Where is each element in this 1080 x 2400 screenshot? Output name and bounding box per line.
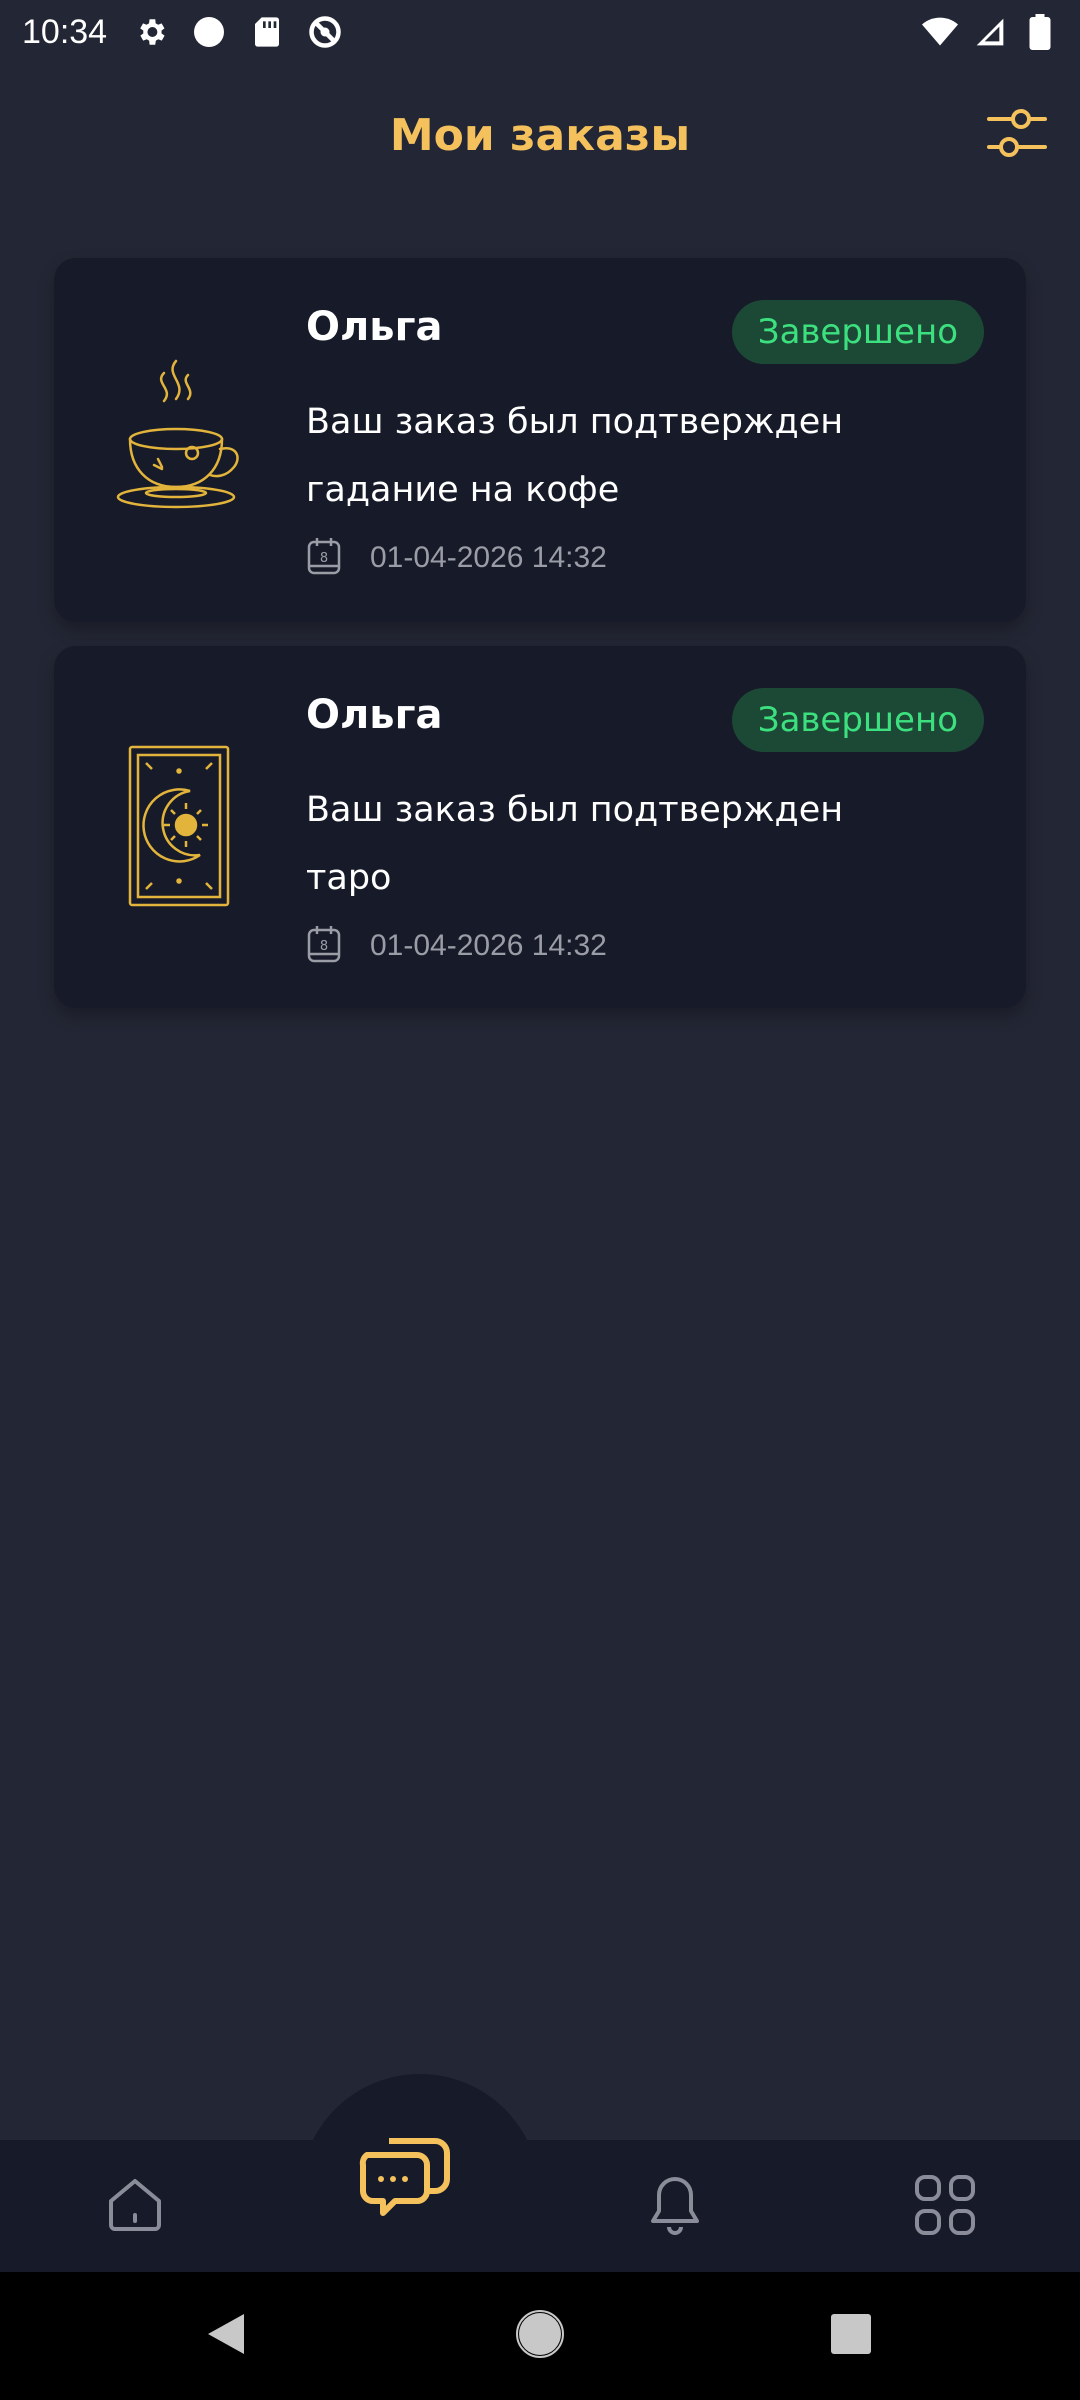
recents-icon (830, 2313, 872, 2359)
home-icon (105, 2175, 165, 2239)
recents-button[interactable] (815, 2300, 887, 2372)
header: Мои заказы (0, 90, 1080, 180)
signal-icon (972, 14, 1008, 50)
battery-icon (1022, 14, 1058, 50)
order-name: Ольга (306, 692, 443, 738)
order-description: Ваш заказ был подтвержден гадание на коф… (306, 388, 906, 524)
circle-icon (191, 14, 227, 50)
order-description-line2: таро (306, 858, 392, 898)
order-description-line1: Ваш заказ был подтвержден (306, 790, 844, 830)
status-time: 10:34 (22, 12, 108, 51)
calendar-icon: 8 (306, 536, 342, 580)
page-title: Мои заказы (389, 109, 691, 161)
status-icons-right (922, 14, 1058, 50)
filter-button[interactable] (982, 100, 1052, 170)
order-date: 01-04-2026 14:32 (370, 929, 607, 962)
coffee-cup-icon (104, 348, 254, 528)
order-card[interactable]: Ольга Завершено Ваш заказ был подтвержде… (54, 258, 1026, 622)
orders-list: Ольга Завершено Ваш заказ был подтвержде… (54, 258, 1026, 1032)
order-date: 01-04-2026 14:32 (370, 541, 607, 574)
grid-icon (914, 2174, 976, 2240)
nav-menu-button[interactable] (900, 2162, 990, 2252)
order-description-line2: гадание на кофе (306, 470, 620, 510)
sync-icon (307, 14, 343, 50)
order-date-row: 8 01-04-2026 14:32 (306, 924, 607, 968)
nav-home-button[interactable] (90, 2162, 180, 2252)
bell-icon (647, 2173, 703, 2241)
nav-chat-button[interactable] (350, 2120, 460, 2230)
order-name: Ольга (306, 304, 443, 350)
tarot-card-icon (104, 736, 254, 916)
order-card[interactable]: Ольга Завершено Ваш заказ был подтвержде… (54, 646, 1026, 1008)
chat-icon (355, 2125, 455, 2225)
nav-notifications-button[interactable] (630, 2162, 720, 2252)
calendar-icon: 8 (306, 924, 342, 968)
back-button[interactable] (190, 2300, 262, 2372)
home-circle-icon (515, 2309, 565, 2363)
svg-text:8: 8 (320, 939, 328, 954)
status-badge: Завершено (731, 688, 984, 752)
order-description: Ваш заказ был подтвержден таро (306, 776, 906, 912)
back-icon (204, 2310, 248, 2362)
home-system-button[interactable] (504, 2300, 576, 2372)
status-icons-left (133, 14, 343, 50)
svg-text:8: 8 (320, 551, 328, 566)
status-badge: Завершено (731, 300, 984, 364)
wifi-icon (922, 14, 958, 50)
status-bar: 10:34 (0, 0, 1080, 64)
order-description-line1: Ваш заказ был подтвержден (306, 402, 844, 442)
sd-card-icon (249, 14, 285, 50)
order-date-row: 8 01-04-2026 14:32 (306, 536, 607, 580)
gear-icon (133, 14, 169, 50)
sliders-icon (985, 105, 1049, 165)
